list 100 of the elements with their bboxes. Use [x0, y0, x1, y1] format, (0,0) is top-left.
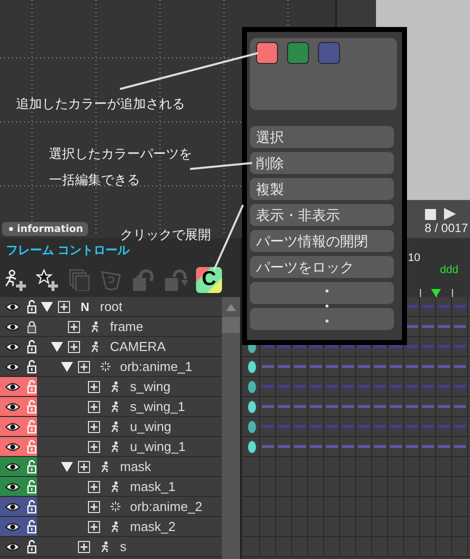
- eye-icon: [5, 402, 20, 412]
- eye-icon: [5, 442, 20, 452]
- tree-row[interactable]: mask_2: [0, 517, 222, 537]
- part-name: u_wing: [130, 419, 172, 434]
- figure-icon: [110, 400, 120, 412]
- menu-item[interactable]: パーツをロック: [250, 256, 394, 278]
- leader-line: [213, 204, 244, 270]
- eye-icon: [5, 522, 20, 532]
- expand-triangle-icon[interactable]: [40, 302, 52, 312]
- figure-icon: [90, 340, 100, 352]
- marker-triangle-icon: [431, 289, 441, 297]
- color-swatch[interactable]: [287, 42, 309, 64]
- expand-triangle-icon[interactable]: [60, 362, 72, 372]
- plus-box-icon: [88, 400, 100, 412]
- part-name: mask_1: [130, 479, 176, 494]
- eye-icon: [5, 422, 20, 432]
- menu-item[interactable]: パーツ情報の開閉: [250, 230, 394, 252]
- tree-row[interactable]: s_wing: [0, 377, 222, 397]
- scroll-up-icon[interactable]: [226, 304, 236, 310]
- menu-item[interactable]: 表示・非表示: [250, 204, 394, 226]
- part-name: mask: [120, 459, 152, 474]
- eye-icon: [5, 542, 20, 552]
- plus-box-icon: [78, 540, 90, 552]
- plus-box-icon: [88, 380, 100, 392]
- tree-row[interactable]: mask: [0, 457, 222, 477]
- tree-row[interactable]: CAMERA: [0, 337, 222, 357]
- eye-icon: [5, 362, 20, 372]
- color-button[interactable]: C: [196, 266, 222, 292]
- panel-title: フレーム コントロール: [6, 242, 130, 258]
- information-tab[interactable]: information: [2, 222, 88, 236]
- menu-item[interactable]: 選択: [250, 126, 394, 148]
- plus-box-icon: [88, 480, 100, 492]
- annotation-text: 追加したカラーが追加される: [16, 95, 185, 113]
- play-icon[interactable]: [444, 208, 456, 220]
- plus-box-icon: [78, 460, 90, 472]
- figure-icon: [100, 460, 110, 472]
- keyframe-icon: [248, 440, 256, 452]
- part-name: s_wing: [130, 379, 170, 394]
- plus-box-icon: [88, 420, 100, 432]
- tree-row[interactable]: u_wing_1: [0, 437, 222, 457]
- figure-icon: [90, 320, 100, 332]
- part-name: mask_2: [130, 519, 176, 534]
- tree-row[interactable]: u_wing: [0, 417, 222, 437]
- part-name: CAMERA: [110, 339, 166, 354]
- menu-item[interactable]: 削除: [250, 152, 394, 174]
- keyframe-icon: [248, 420, 256, 432]
- part-name: root: [100, 299, 122, 314]
- eye-icon: [5, 382, 20, 392]
- figure-icon: [100, 540, 110, 552]
- color-swatch[interactable]: [318, 42, 340, 64]
- eye-icon: [5, 342, 20, 352]
- bullet-icon: [9, 227, 13, 231]
- star-plus-icon[interactable]: [36, 268, 60, 290]
- part-name: orb:anime_2: [130, 499, 202, 514]
- tree-row[interactable]: N root: [0, 297, 222, 317]
- keyframe-icon: [248, 360, 256, 372]
- figure-icon: [110, 480, 120, 492]
- menu-item[interactable]: 複製: [250, 178, 394, 200]
- plus-box-icon: [78, 360, 90, 372]
- part-name: frame: [110, 319, 144, 334]
- plus-box-icon: [68, 320, 80, 332]
- annotation-text: 選択したカラーパーツを: [49, 145, 192, 163]
- figure-plus-icon[interactable]: [4, 268, 28, 290]
- part-name: u_wing_1: [130, 439, 186, 454]
- tree-row[interactable]: orb:anime_1: [0, 357, 222, 377]
- plus-box-icon: [88, 440, 100, 452]
- eye-icon: [5, 302, 20, 312]
- figure-icon: [110, 440, 120, 452]
- tree-row[interactable]: s_wing_1: [0, 397, 222, 417]
- expand-triangle-icon[interactable]: [60, 462, 72, 472]
- asterisk-icon: [110, 501, 120, 512]
- frame-counter: 8 / 0017: [424, 221, 468, 235]
- part-name: s_wing_1: [130, 399, 185, 414]
- tree-row[interactable]: mask_1: [0, 477, 222, 497]
- null-label: N: [80, 300, 90, 314]
- tab-label: information: [17, 224, 84, 234]
- stop-icon[interactable]: [425, 208, 436, 220]
- frame-number: 10: [408, 252, 420, 264]
- figure-icon: [110, 420, 120, 432]
- annotation-text: 一括編集できる: [49, 171, 140, 189]
- scrollbar-thumb[interactable]: [222, 317, 240, 333]
- asterisk-icon: [100, 361, 110, 372]
- eye-icon: [5, 322, 20, 332]
- tree-row[interactable]: orb:anime_2: [0, 497, 222, 517]
- eye-icon: [5, 482, 20, 492]
- figure-icon: [110, 520, 120, 532]
- plus-box-icon: [58, 300, 70, 312]
- part-name: orb:anime_1: [120, 359, 192, 374]
- annotation-text: クリックで展開: [120, 226, 211, 244]
- figure-icon: [110, 380, 120, 392]
- plus-box-icon: [88, 520, 100, 532]
- plus-box-icon: [68, 340, 80, 352]
- expand-triangle-icon[interactable]: [50, 342, 62, 352]
- eye-icon: [5, 462, 20, 472]
- part-name: s: [120, 539, 126, 554]
- leader-line: [190, 162, 252, 170]
- tree-row[interactable]: s: [0, 537, 222, 557]
- keyframe-icon: [248, 400, 256, 412]
- color-swatch[interactable]: [256, 42, 278, 64]
- marker-label: ddd: [440, 264, 458, 276]
